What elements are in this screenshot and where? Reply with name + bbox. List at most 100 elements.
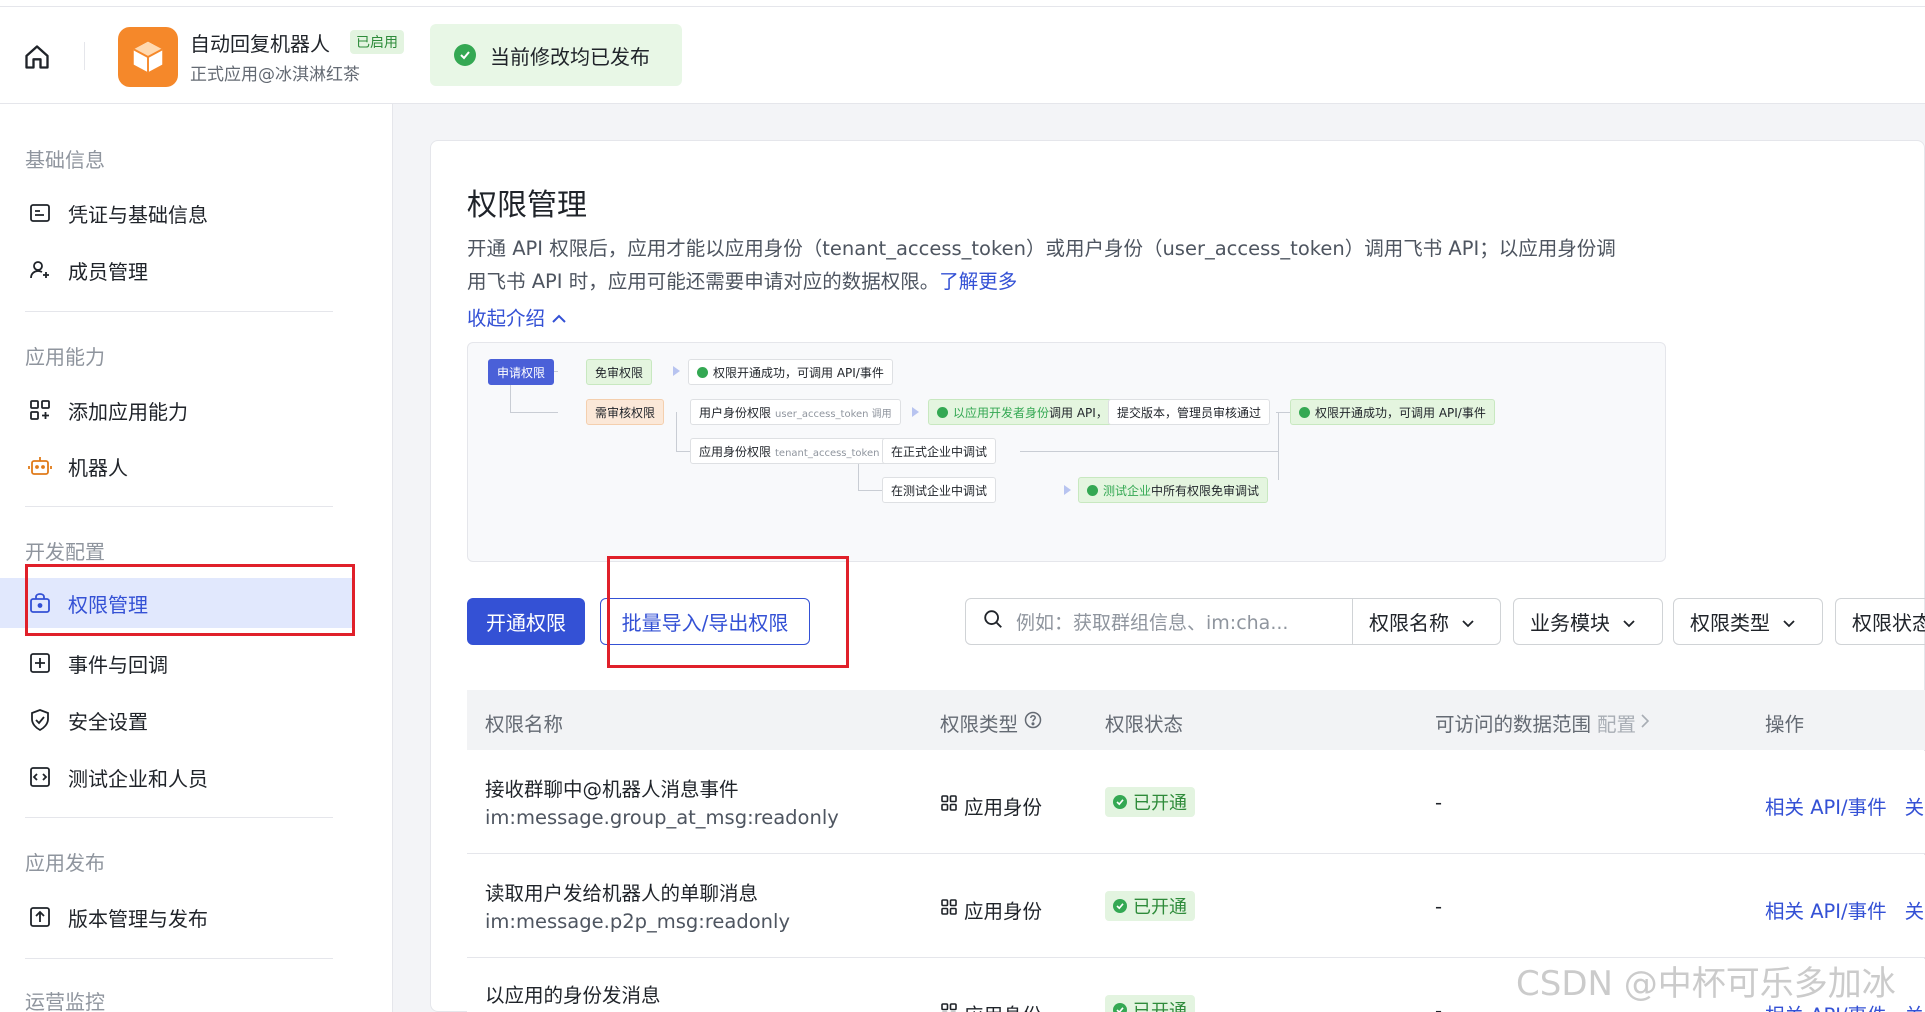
- search-input[interactable]: 例如：获取群组信息、im:cha...: [965, 598, 1353, 645]
- sidebar-item-label: 凭证与基础信息: [68, 202, 208, 227]
- sidebar-divider: [25, 958, 333, 959]
- filter-type-select[interactable]: 权限类型: [1673, 598, 1823, 645]
- data-scope: -: [1435, 791, 1443, 814]
- sidebar-item-label: 事件与回调: [68, 652, 168, 677]
- publish-status: 当前修改均已发布: [430, 24, 682, 86]
- collapse-intro-toggle[interactable]: 收起介绍: [467, 302, 567, 331]
- sidebar-item-label: 安全设置: [68, 709, 148, 734]
- flow-no-review-node: 免审权限: [586, 359, 653, 385]
- app-status-badge: 已启用: [350, 30, 404, 54]
- permission-code: im:message.p2p_msg:readonly: [485, 910, 790, 933]
- sidebar-item-test-org[interactable]: 测试企业和人员: [0, 752, 360, 802]
- permission-name: 接收群聊中@机器人消息事件: [485, 778, 739, 801]
- grid-add-icon: [26, 396, 54, 424]
- related-api-label: 相关 API/事件: [1765, 1004, 1887, 1012]
- chevron-down-icon: [1782, 610, 1796, 634]
- sidebar-item-security[interactable]: 安全设置: [0, 695, 360, 745]
- row-action-extra[interactable]: 关: [1905, 796, 1925, 819]
- home-icon[interactable]: [20, 40, 54, 74]
- sidebar-divider: [25, 506, 333, 507]
- upload-icon: [26, 903, 54, 931]
- related-api-link[interactable]: 相关 API/事件关: [1765, 895, 1924, 924]
- flow-node-highlight: 以应用开发者身份: [953, 405, 1050, 420]
- grid-icon: [940, 794, 958, 817]
- permission-name: 读取用户发给机器人的单聊消息: [485, 882, 759, 905]
- flow-node-label: 权限开通成功，可调用 API/事件: [713, 365, 884, 380]
- table-row: 接收群聊中@机器人消息事件 im:message.group_at_msg:re…: [467, 751, 1925, 854]
- search-icon: [982, 608, 1004, 635]
- permission-type: 应用身份: [940, 999, 1042, 1012]
- help-circle-icon[interactable]: [1024, 711, 1042, 734]
- sidebar-group-basic: 基础信息: [25, 148, 105, 172]
- header-divider: [84, 42, 85, 70]
- annotation-box-sidebar: [25, 564, 355, 636]
- sidebar-item-versions[interactable]: 版本管理与发布: [0, 892, 360, 942]
- scope-config-link[interactable]: 配置: [1597, 708, 1636, 737]
- flow-need-review-node: 需审核权限: [586, 399, 665, 425]
- sidebar-item-bot[interactable]: 机器人: [0, 441, 360, 491]
- sidebar-item-events[interactable]: 事件与回调: [0, 638, 360, 688]
- row-action-extra[interactable]: 关: [1905, 900, 1925, 923]
- filter-name-select[interactable]: 权限名称: [1353, 598, 1501, 645]
- data-scope: -: [1435, 999, 1443, 1012]
- data-scope: -: [1435, 895, 1443, 918]
- flow-apply-node: 申请权限: [488, 359, 555, 385]
- permission-type: 应用身份: [940, 895, 1042, 924]
- sidebar-item-add-capability[interactable]: 添加应用能力: [0, 385, 360, 435]
- flow-connector: [510, 412, 558, 413]
- flow-test-debug-node: 在测试企业中调试: [882, 477, 997, 503]
- top-divider: [0, 6, 1925, 7]
- flow-connector: [858, 490, 882, 491]
- row-action-extra[interactable]: 关: [1905, 1004, 1925, 1012]
- permission-type-label: 应用身份: [964, 999, 1042, 1012]
- sidebar-divider: [25, 311, 333, 312]
- flow-user-perm-node: 用户身份权限 user_access_token 调用: [690, 399, 901, 425]
- related-api-label: 相关 API/事件: [1765, 796, 1887, 819]
- sidebar: 基础信息 凭证与基础信息 成员管理 应用能力 添加应用能力 机器人 开发配置 权…: [0, 104, 393, 1012]
- sidebar-group-capability: 应用能力: [25, 345, 105, 369]
- column-header-ops: 操作: [1765, 713, 1805, 736]
- related-api-link[interactable]: 相关 API/事件关: [1765, 791, 1924, 820]
- column-header-type: 权限类型: [940, 708, 1042, 737]
- top-bar: 自动回复机器人 已启用 正式应用@冰淇淋红茶 当前修改均已发布: [0, 0, 1925, 104]
- flow-connector: [676, 451, 690, 452]
- filter-module-select[interactable]: 业务模块: [1513, 598, 1663, 645]
- permission-code: im:message.group_at_msg:readonly: [485, 806, 839, 829]
- sidebar-item-members[interactable]: 成员管理: [0, 245, 360, 295]
- chevron-up-icon: [551, 307, 567, 330]
- intro-text: 开通 API 权限后，应用才能以应用身份（tenant_access_token…: [467, 232, 1667, 298]
- flow-node-highlight: 测试企业: [1103, 483, 1152, 498]
- column-header-label: 权限类型: [940, 713, 1019, 736]
- event-add-icon: [26, 649, 54, 677]
- filter-label: 业务模块: [1530, 611, 1610, 635]
- flow-node-label: 用户身份权限: [699, 405, 772, 420]
- filter-status-select[interactable]: 权限状态: [1835, 598, 1925, 645]
- status-badge: 已开通: [1105, 995, 1195, 1012]
- sidebar-item-credentials[interactable]: 凭证与基础信息: [0, 188, 360, 238]
- app-owner: 正式应用@冰淇淋红茶: [190, 65, 360, 85]
- arrow-right-icon: [673, 366, 680, 376]
- check-circle-icon: [937, 406, 948, 418]
- sidebar-item-label: 添加应用能力: [68, 399, 188, 424]
- learn-more-link[interactable]: 了解更多: [939, 270, 1017, 293]
- sidebar-group-release: 应用发布: [25, 851, 105, 875]
- permission-flow-diagram: 申请权限 免审权限 权限开通成功，可调用 API/事件 需审核权限 用户身份权限…: [467, 342, 1666, 562]
- arrow-right-icon: [912, 407, 919, 417]
- check-circle-icon: [697, 366, 708, 378]
- flow-node-label: 中所有权限免审调试: [1151, 483, 1260, 498]
- status-label: 已开通: [1133, 897, 1187, 918]
- intro-line-2: 用飞书 API 时，应用可能还需要申请对应的数据权限。了解更多: [467, 265, 1667, 298]
- column-header-status: 权限状态: [1105, 713, 1184, 736]
- enable-permission-button[interactable]: 开通权限: [467, 598, 585, 645]
- flow-test-all-node: 测试企业 中所有权限免审调试: [1078, 477, 1269, 503]
- flow-node-sublabel: user_access_token 调用: [775, 408, 892, 420]
- intro-line-text: 用飞书 API 时，应用可能还需要申请对应的数据权限。: [467, 270, 940, 293]
- page-title: 权限管理: [467, 188, 587, 223]
- code-icon: [26, 763, 54, 791]
- chevron-right-icon: [1640, 711, 1650, 734]
- annotation-box-batch: [607, 556, 849, 668]
- id-card-icon: [26, 199, 54, 227]
- chevron-down-icon: [1622, 610, 1636, 634]
- flow-connector: [1278, 412, 1279, 480]
- column-header-scope: 可访问的数据范围 配置: [1435, 708, 1650, 737]
